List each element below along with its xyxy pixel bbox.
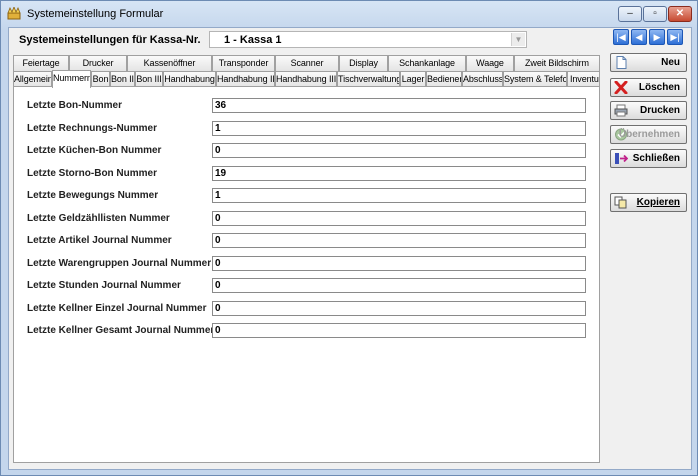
kopieren-label: Kopieren	[636, 197, 680, 208]
kassa-select[interactable]: 1 - Kassa 1 ▼	[209, 31, 527, 48]
field-label: Letzte Warengruppen Journal Nummer	[27, 258, 212, 269]
rechnungs-nummer-input[interactable]: 1	[212, 121, 586, 136]
kassa-label: Systemeinstellungen für Kassa-Nr.	[19, 34, 201, 46]
field-label: Letzte Rechnungs-Nummer	[27, 123, 158, 134]
bewegungs-nummer-input[interactable]: 1	[212, 188, 586, 203]
field-label: Letzte Kellner Gesamt Journal Nummer	[27, 325, 215, 336]
warengruppen-journal-nummer-input[interactable]: 0	[212, 256, 586, 271]
delete-x-icon	[614, 81, 628, 94]
tab-bon[interactable]: Bon	[91, 71, 110, 87]
field-label: Letzte Küchen-Bon Nummer	[27, 145, 162, 156]
tab-feiertage[interactable]: Feiertage	[13, 55, 69, 71]
tab-display[interactable]: Display	[339, 55, 388, 71]
previous-record-icon: ◀	[635, 32, 643, 42]
nav-prev-button[interactable]: ◀	[631, 29, 647, 45]
tab-tischverwaltung[interactable]: Tischverwaltung	[337, 71, 400, 87]
neu-label: Neu	[661, 57, 680, 68]
kopieren-button[interactable]: Kopieren	[610, 193, 687, 212]
tab-waage[interactable]: Waage	[466, 55, 514, 71]
tab-allgemein[interactable]: Allgemein	[13, 71, 52, 87]
crown-app-icon	[7, 7, 21, 20]
field-label: Letzte Artikel Journal Nummer	[27, 235, 172, 246]
stunden-journal-nummer-input[interactable]: 0	[212, 278, 586, 293]
schliessen-button[interactable]: Schließen	[610, 149, 687, 168]
field-label: Letzte Bewegungs Nummer	[27, 190, 159, 201]
field-label: Letzte Kellner Einzel Journal Nummer	[27, 303, 207, 314]
first-record-icon: |◀	[616, 32, 626, 42]
close-button[interactable]: ✕	[668, 6, 692, 22]
app-window: Systemeinstellung Formular – ▫ ✕ Systeme…	[0, 0, 698, 476]
tab-drucker[interactable]: Drucker	[69, 55, 127, 71]
tab-inventur[interactable]: Inventur	[567, 71, 600, 87]
drucken-label: Drucken	[639, 105, 680, 116]
loeschen-button[interactable]: Löschen	[610, 78, 687, 97]
exit-door-icon	[615, 153, 628, 164]
uebernehmen-button[interactable]: Übernehmen	[610, 125, 687, 144]
copy-icon	[614, 196, 627, 209]
nav-next-button[interactable]: ▶	[649, 29, 665, 45]
tab-nummern[interactable]: Nummern	[52, 70, 91, 88]
tab-scanner[interactable]: Scanner	[275, 55, 339, 71]
tab-kassenoeffner[interactable]: Kassenöffner	[127, 55, 212, 71]
close-icon: ✕	[675, 8, 685, 19]
nav-first-button[interactable]: |◀	[613, 29, 629, 45]
tab-schankanlage[interactable]: Schankanlage	[388, 55, 466, 71]
tab-lager[interactable]: Lager	[400, 71, 426, 87]
nav-last-button[interactable]: ▶|	[667, 29, 683, 45]
title-bar: Systemeinstellung Formular – ▫ ✕	[1, 1, 697, 27]
chevron-down-icon[interactable]: ▼	[511, 33, 525, 46]
bon-nummer-input[interactable]: 36	[212, 98, 586, 113]
field-label: Letzte Bon-Nummer	[27, 100, 123, 111]
tab-handhabung-iii[interactable]: Handhabung III	[275, 71, 337, 87]
field-label: Letzte Storno-Bon Nummer	[27, 168, 157, 179]
field-label: Letzte Stunden Journal Nummer	[27, 280, 181, 291]
minimize-button[interactable]: –	[618, 6, 642, 22]
geldzaehllisten-nummer-input[interactable]: 0	[212, 211, 586, 226]
uebernehmen-label: Übernehmen	[618, 129, 680, 140]
tab-handhabung-ii[interactable]: Handhabung II	[216, 71, 275, 87]
schliessen-label: Schließen	[632, 153, 680, 164]
form-client-area: Systemeinstellungen für Kassa-Nr. 1 - Ka…	[8, 27, 692, 470]
window-title: Systemeinstellung Formular	[27, 8, 164, 20]
kellner-einzel-journal-nummer-input[interactable]: 0	[212, 301, 586, 316]
tab-zweit-bildschirm[interactable]: Zweit Bildschirm	[514, 55, 600, 71]
tab-handhabung[interactable]: Handhabung	[163, 71, 216, 87]
minimize-icon: –	[627, 8, 633, 19]
tab-transponder[interactable]: Transponder	[212, 55, 275, 71]
tab-bediener[interactable]: Bediener	[426, 71, 462, 87]
tab-bon-iii[interactable]: Bon III	[135, 71, 163, 87]
kuechen-bon-nummer-input[interactable]: 0	[212, 143, 586, 158]
tab-system-telefon[interactable]: System & Telefon	[503, 71, 567, 87]
kassa-select-value: 1 - Kassa 1	[224, 34, 282, 46]
next-record-icon: ▶	[653, 32, 661, 42]
tab-abschluss[interactable]: Abschluss	[462, 71, 503, 87]
storno-bon-nummer-input[interactable]: 19	[212, 166, 586, 181]
kellner-gesamt-journal-nummer-input[interactable]: 0	[212, 323, 586, 338]
neu-button[interactable]: Neu	[610, 53, 687, 72]
tab-bon-ii[interactable]: Bon II	[110, 71, 135, 87]
nummern-panel: Letzte Bon-Nummer 36 Letzte Rechnungs-Nu…	[13, 86, 600, 463]
new-document-icon	[616, 56, 627, 69]
maximize-icon: ▫	[653, 8, 657, 19]
artikel-journal-nummer-input[interactable]: 0	[212, 233, 586, 248]
field-label: Letzte Geldzähllisten Nummer	[27, 213, 170, 224]
maximize-button[interactable]: ▫	[643, 6, 667, 22]
last-record-icon: ▶|	[670, 32, 680, 42]
loeschen-label: Löschen	[638, 82, 680, 93]
drucken-button[interactable]: Drucken	[610, 101, 687, 120]
printer-icon	[614, 104, 628, 117]
